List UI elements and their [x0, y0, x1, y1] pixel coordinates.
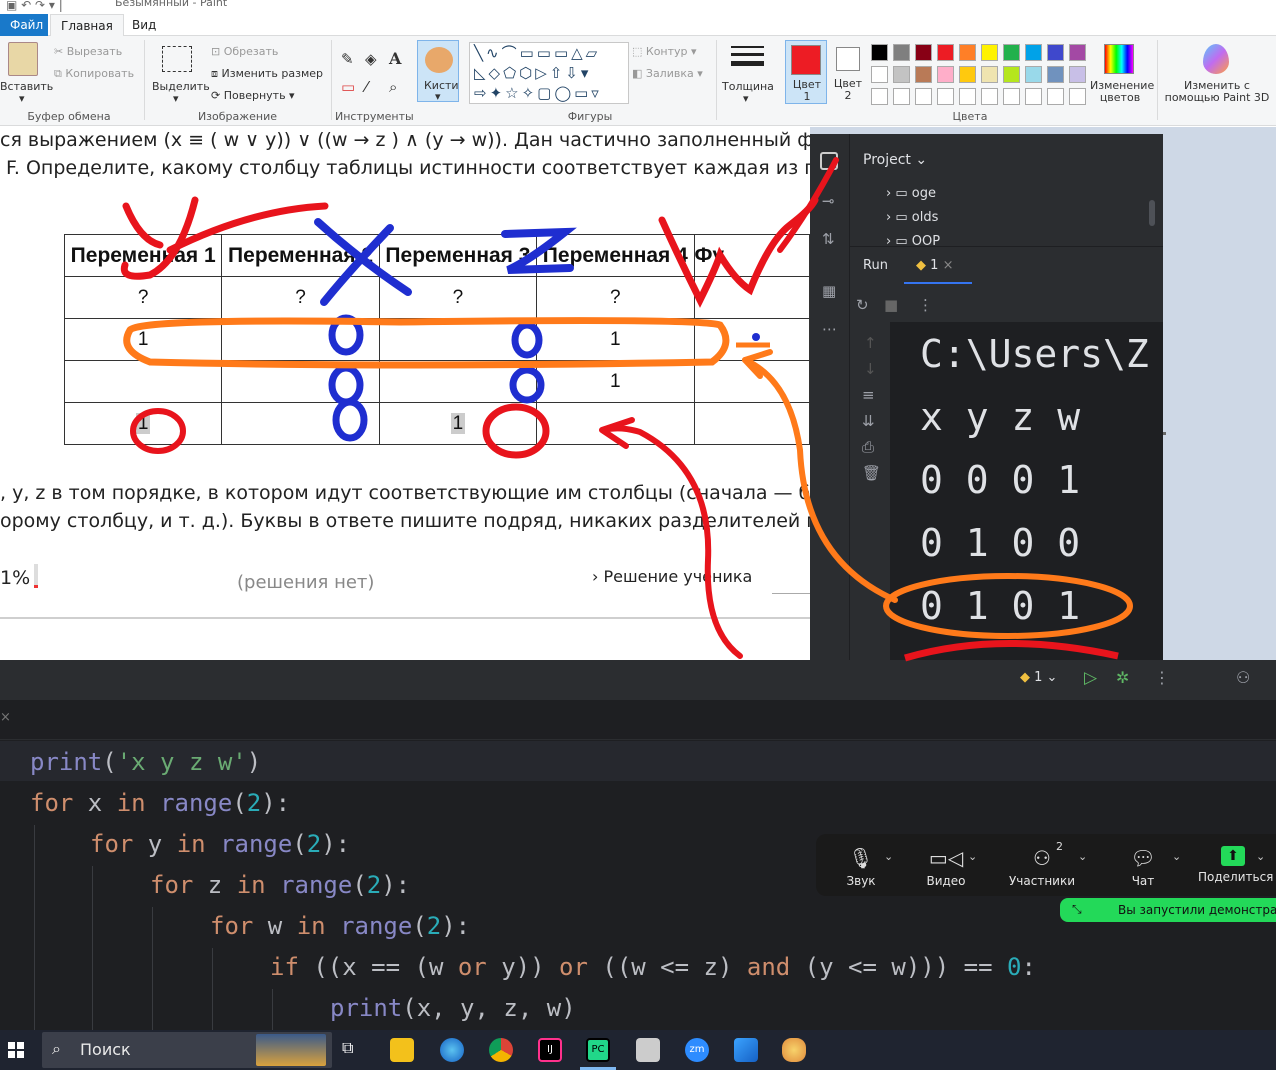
search-icon: ⌕ — [52, 1039, 61, 1058]
pycharm-icon[interactable]: PC — [586, 1038, 610, 1062]
annotation-console-highlight — [883, 573, 1133, 639]
annotation-zero — [332, 398, 368, 442]
chrome-icon[interactable] — [489, 1038, 513, 1062]
annotation-w — [658, 196, 819, 308]
marker-annotations — [120, 157, 1166, 662]
search-highlight-image — [256, 1034, 326, 1066]
task-view-icon[interactable]: ⧉ — [342, 1038, 366, 1062]
windows-taskbar: ⌕ Поиск ⧉ IJ PC zm — [0, 1030, 1276, 1070]
annotation-y — [120, 196, 199, 280]
annotation-circle — [130, 408, 186, 454]
annotation-zero — [328, 364, 364, 406]
browser-icon[interactable] — [440, 1038, 464, 1062]
file-explorer-icon[interactable] — [390, 1038, 414, 1062]
annotation-arc — [904, 639, 1119, 662]
calculator-icon[interactable] — [636, 1038, 660, 1062]
annotation-arrowhead — [599, 417, 635, 449]
windows-start-icon[interactable] — [8, 1042, 24, 1058]
annotation-circle — [482, 403, 550, 459]
intellij-icon[interactable]: IJ — [538, 1038, 562, 1062]
annotation-stroke — [777, 157, 839, 253]
annotation-zero — [509, 366, 545, 404]
resize-handle[interactable] — [1163, 432, 1166, 435]
annotation-zero — [511, 321, 543, 359]
zoom-app-icon[interactable]: zm — [685, 1038, 709, 1062]
annotation-z — [501, 227, 577, 274]
taskbar-search[interactable]: ⌕ Поиск — [42, 1032, 332, 1068]
annotation-x — [314, 218, 412, 306]
annotation-arrow — [601, 425, 743, 659]
annotation-arrow — [742, 357, 898, 603]
annotation-dot — [752, 333, 760, 341]
paint-app-icon[interactable] — [782, 1038, 806, 1062]
annotation-row-highlight — [123, 317, 730, 369]
photos-icon[interactable] — [734, 1038, 758, 1062]
